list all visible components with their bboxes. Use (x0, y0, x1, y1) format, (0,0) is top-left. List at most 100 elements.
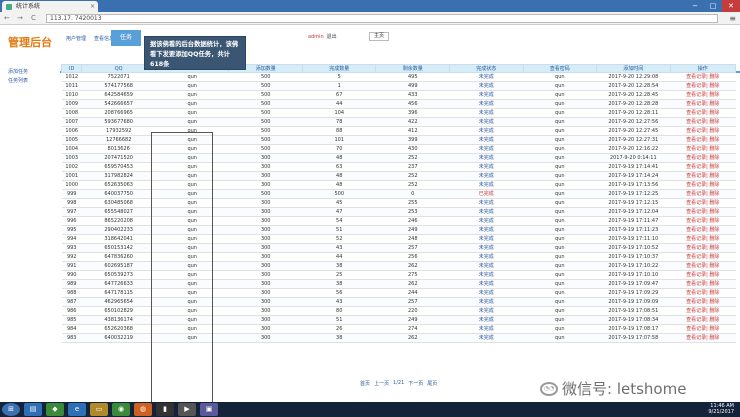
cell-password: qun (523, 117, 597, 127)
cell-done: 43 (302, 297, 376, 307)
cell-actions[interactable]: 查看记录| 删除 (670, 279, 736, 289)
system-tray: 11:46 AM 9/21/2017 (708, 403, 734, 415)
cell-actions[interactable]: 查看记录| 删除 (670, 198, 736, 208)
cell-time: 2017-9-19 17:14:24 (596, 171, 671, 181)
cell-actions[interactable]: 查看记录| 删除 (670, 270, 736, 280)
cell-actions[interactable]: 查看记录| 删除 (670, 306, 736, 316)
cell-actions[interactable]: 查看记录| 删除 (670, 72, 736, 82)
cell-remaining: 262 (375, 333, 450, 343)
cell-added: 300 (228, 153, 303, 163)
table-row: 1008 208766965 qun 500 104 396 未完成 qun 2017-9-20… (61, 108, 736, 118)
pager-first[interactable]: 首页 (360, 380, 370, 387)
pager-prev[interactable]: 上一页 (374, 380, 389, 387)
cell-status: 已完成 (449, 189, 524, 199)
maximize-button[interactable]: □ (704, 0, 722, 12)
cell-id: 1002 (61, 162, 82, 172)
explorer-icon[interactable]: ▤ (24, 403, 42, 416)
cell-actions[interactable]: 查看记录| 删除 (670, 81, 736, 91)
cell-time: 2017-9-19 17:08:51 (596, 306, 671, 316)
browser-menu-icon[interactable]: ≡ (729, 13, 736, 24)
cell-password: qun (523, 207, 597, 217)
start-button[interactable]: ⊞ (2, 403, 20, 416)
cell-password: qun (523, 270, 597, 280)
chrome-icon[interactable]: ◉ (112, 403, 130, 416)
cell-remaining: 252 (375, 171, 450, 181)
cell-actions[interactable]: 查看记录| 删除 (670, 288, 736, 298)
app-icon[interactable]: ▣ (200, 403, 218, 416)
cell-actions[interactable]: 查看记录| 删除 (670, 297, 736, 307)
cell-actions[interactable]: 查看记录| 删除 (670, 162, 736, 172)
firefox-icon[interactable]: ◍ (134, 403, 152, 416)
cell-actions[interactable]: 查看记录| 删除 (670, 261, 736, 271)
tab-close-icon[interactable]: × (90, 1, 95, 12)
user-box: admin 退出 (308, 33, 337, 41)
cell-added: 300 (228, 162, 303, 172)
cell-id: 992 (61, 252, 82, 262)
cell-actions[interactable]: 查看记录| 删除 (670, 126, 736, 136)
cell-status: 未完成 (449, 81, 524, 91)
cell-actions[interactable]: 查看记录| 删除 (670, 315, 736, 325)
forward-button[interactable]: → (17, 13, 23, 24)
nav-user-management[interactable]: 用户管理 (66, 35, 86, 43)
cell-added: 500 (228, 72, 303, 82)
cell-added: 300 (228, 243, 303, 253)
minimize-button[interactable]: − (686, 0, 704, 12)
address-bar[interactable]: 113.17. 7420013 (46, 14, 718, 23)
cell-password: qun (523, 261, 597, 271)
pager-next[interactable]: 下一页 (408, 380, 423, 387)
logout-link[interactable]: 退出 (327, 33, 337, 40)
media-icon[interactable]: ▶ (178, 403, 196, 416)
cell-id: 1009 (61, 99, 82, 109)
cell-actions[interactable]: 查看记录| 删除 (670, 180, 736, 190)
app-green-icon[interactable]: ◆ (46, 403, 64, 416)
sidebar-item-add-task[interactable]: 添加任务 (8, 68, 28, 75)
cell-status: 未完成 (449, 162, 524, 172)
cell-actions[interactable]: 查看记录| 删除 (670, 234, 736, 244)
cell-id: 999 (61, 189, 82, 199)
cell-actions[interactable]: 查看记录| 删除 (670, 108, 736, 118)
cell-actions[interactable]: 查看记录| 删除 (670, 144, 736, 154)
cell-actions[interactable]: 查看记录| 删除 (670, 216, 736, 226)
cell-time: 2017-9-19 17:11:10 (596, 234, 671, 244)
browser-tab[interactable]: 统计系统 × (2, 1, 98, 12)
cell-password: qun (523, 126, 597, 136)
cell-remaining: 399 (375, 135, 450, 145)
cell-qq: 650153142 (81, 243, 156, 253)
cell-time: 2017-9-19 17:09:47 (596, 279, 671, 289)
window-close-button[interactable]: ✕ (722, 0, 740, 12)
cell-type: qun (155, 99, 229, 109)
tab-tasks[interactable]: 任务 (111, 30, 141, 46)
cell-remaining: 249 (375, 315, 450, 325)
terminal-icon[interactable]: ▮ (156, 403, 174, 416)
cell-actions[interactable]: 查看记录| 删除 (670, 171, 736, 181)
home-button[interactable]: 主页 (369, 32, 389, 41)
cell-actions[interactable]: 查看记录| 删除 (670, 252, 736, 262)
cell-actions[interactable]: 查看记录| 删除 (670, 117, 736, 127)
cell-actions[interactable]: 查看记录| 删除 (670, 333, 736, 343)
cell-status: 未完成 (449, 108, 524, 118)
cell-actions[interactable]: 查看记录| 删除 (670, 324, 736, 334)
cell-added: 300 (228, 333, 303, 343)
cell-actions[interactable]: 查看记录| 删除 (670, 99, 736, 109)
cell-actions[interactable]: 查看记录| 删除 (670, 225, 736, 235)
qq-column-highlight (151, 132, 213, 415)
cell-done: 43 (302, 243, 376, 253)
cell-actions[interactable]: 查看记录| 删除 (670, 189, 736, 199)
ie-icon[interactable]: e (68, 403, 86, 416)
table-row: 1012 7522071 qun 500 5 495 未完成 qun 2017-9-20 12:… (61, 72, 736, 82)
cell-actions[interactable]: 查看记录| 删除 (670, 207, 736, 217)
cell-remaining: 274 (375, 324, 450, 334)
cell-actions[interactable]: 查看记录| 删除 (670, 90, 736, 100)
username: admin (308, 33, 324, 40)
reload-button[interactable]: C (31, 13, 36, 24)
cell-actions[interactable]: 查看记录| 删除 (670, 153, 736, 163)
cell-actions[interactable]: 查看记录| 删除 (670, 243, 736, 253)
col-status: 完成状态 (449, 64, 524, 73)
pager-last[interactable]: 尾页 (427, 380, 437, 387)
back-button[interactable]: ← (4, 13, 10, 24)
cell-actions[interactable]: 查看记录| 删除 (670, 135, 736, 145)
sidebar-item-task-list[interactable]: 任务列表 (8, 77, 28, 84)
cell-added: 500 (228, 81, 303, 91)
cell-done: 1 (302, 81, 376, 91)
folder-icon[interactable]: ▭ (90, 403, 108, 416)
